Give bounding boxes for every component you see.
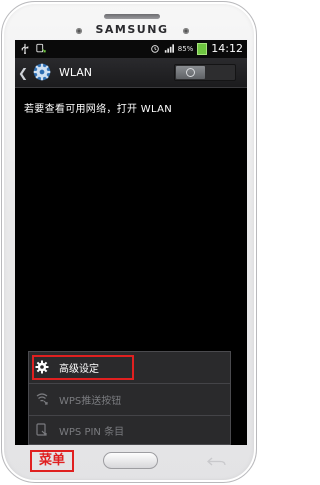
android-debug-icon [36, 43, 46, 53]
highlight-box [32, 355, 134, 380]
menu-item-wps-pin[interactable]: WPS PIN 条目 [29, 415, 230, 445]
home-button[interactable] [103, 452, 158, 469]
menu-item-label: WPS推送按钮 [59, 396, 122, 407]
action-bar: ❮ WLAN [15, 58, 247, 88]
wlan-off-message: 若要查看可用网络，打开 WLAN [24, 104, 172, 115]
wlan-toggle[interactable] [174, 64, 236, 81]
toggle-knob[interactable] [176, 66, 205, 79]
battery-icon [197, 42, 208, 55]
options-menu: 高级设定 WPS推送按钮 WPS PIN 条目 [28, 351, 231, 445]
status-bar: 85% 14:12 [15, 40, 247, 58]
status-clock: 14:12 [211, 42, 243, 55]
wps-push-icon [36, 393, 48, 405]
usb-icon [21, 43, 29, 54]
front-camera [183, 28, 189, 34]
alarm-icon [150, 45, 159, 53]
signal-icon [164, 44, 174, 53]
menu-item-label: WPS PIN 条目 [59, 427, 125, 438]
back-chevron-icon[interactable]: ❮ [18, 66, 28, 80]
menu-item-advanced[interactable]: 高级设定 [29, 352, 230, 383]
menu-key-annotation[interactable]: 菜单 [30, 450, 74, 472]
page-title: WLAN [59, 66, 93, 79]
menu-item-wps-push[interactable]: WPS推送按钮 [29, 384, 230, 415]
proximity-sensor [76, 28, 82, 34]
toggle-off-icon [186, 68, 195, 77]
earpiece-speaker [104, 14, 160, 19]
screen: 85% 14:12 ❮ WLAN 若要查看可用网络，打开 WLAN 高级设定 W… [15, 40, 247, 445]
wps-pin-icon [36, 423, 47, 436]
back-key-icon[interactable] [206, 456, 228, 467]
brand-logo: SAMSUNG [95, 23, 169, 36]
settings-gear-icon[interactable] [31, 61, 53, 83]
battery-percent: 85% [177, 44, 194, 53]
